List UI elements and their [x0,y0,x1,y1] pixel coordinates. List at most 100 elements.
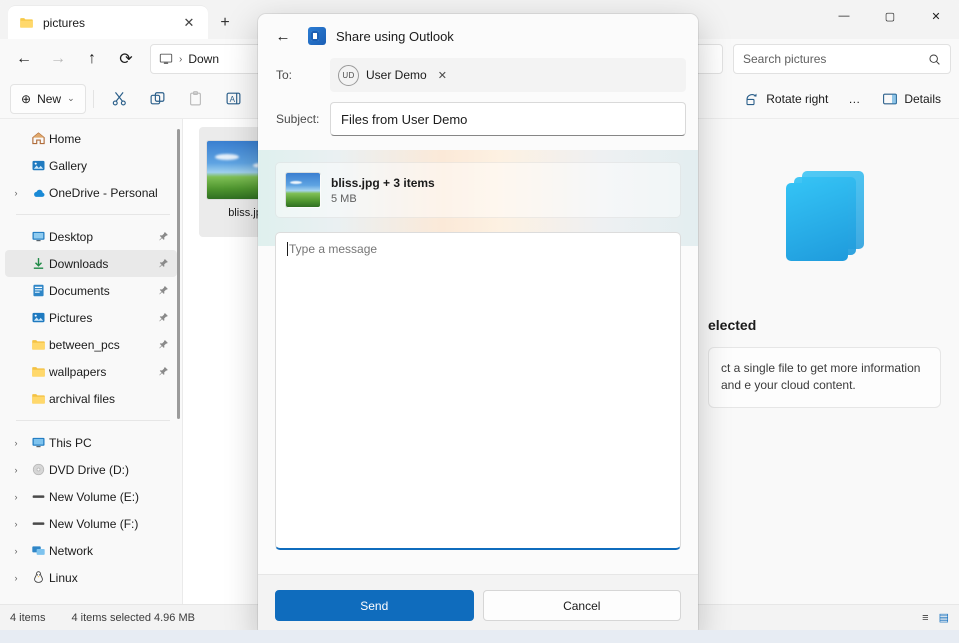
sidebar-item-label: New Volume (F:) [49,517,169,531]
rotate-right-button[interactable]: Rotate right [736,84,836,114]
search-box[interactable]: Search pictures [733,44,951,74]
attachment-size: 5 MB [331,193,435,205]
sidebar-item-label: archival files [49,392,169,406]
chevron-right-icon[interactable]: › [5,492,27,502]
pin-icon[interactable] [158,231,169,242]
back-icon[interactable]: ← [268,21,298,51]
sidebar-item-new-volume-f[interactable]: › New Volume (F:) [5,510,177,537]
linux-icon [27,570,49,585]
navigation-list: Home Gallery ›OneDrive - Personal Desktop Do… [0,125,182,591]
gallery-icon [27,158,49,173]
cut-button[interactable] [101,84,139,114]
tab-label: pictures [43,16,176,30]
to-input[interactable]: UD User Demo ✕ [330,58,686,92]
sidebar-item-label: Linux [49,571,169,585]
text-cursor [287,242,288,256]
chevron-right-icon[interactable]: › [5,438,27,448]
sidebar-item-between-pcs[interactable]: between_pcs [5,331,177,358]
forward-button[interactable]: → [42,44,74,74]
maximize-button[interactable]: ▢ [867,0,913,32]
minimize-button[interactable]: — [821,0,867,32]
back-button[interactable]: ← [8,44,40,74]
ellipsis-icon: … [848,92,862,106]
cancel-button[interactable]: Cancel [483,590,682,621]
message-input[interactable]: Type a message [275,232,681,550]
sidebar-item-network[interactable]: ›Network [5,537,177,564]
screen: pictures ✕ + — ▢ ✕ ← → ↑ ⟳ [0,0,959,643]
sidebar-scrollbar[interactable] [177,129,180,419]
sidebar-item-label: Downloads [49,257,158,271]
sidebar-item-linux[interactable]: › Linux [5,564,177,591]
recipient-chip[interactable]: UD User Demo ✕ [338,65,447,86]
new-button[interactable]: ⊕ New ⌄ [10,84,86,114]
chevron-right-icon[interactable]: › [5,519,27,529]
sidebar-item-onedrive-personal[interactable]: ›OneDrive - Personal [5,179,177,206]
drive-icon [27,489,49,504]
sidebar-item-downloads[interactable]: Downloads [5,250,177,277]
folder-icon [27,337,49,352]
chevron-down-icon: ⌄ [67,93,75,104]
sidebar-item-gallery[interactable]: Gallery [5,152,177,179]
copy-button[interactable] [139,84,177,114]
chevron-right-icon[interactable]: › [5,546,27,556]
sidebar-item-label: This PC [49,436,169,450]
plus-circle-icon: ⊕ [21,92,31,106]
close-button[interactable]: ✕ [913,0,959,32]
to-label: To: [270,68,330,82]
send-button[interactable]: Send [275,590,474,621]
subject-input[interactable]: Files from User Demo [330,102,686,136]
sidebar-item-pictures[interactable]: Pictures [5,304,177,331]
sidebar-item-archival-files[interactable]: archival files [5,385,177,412]
chevron-right-icon[interactable]: › [5,465,27,475]
attachment-card[interactable]: bliss.jpg + 3 items 5 MB [275,162,681,218]
sidebar-item-label: Gallery [49,159,169,173]
chevron-right-icon[interactable]: › [5,573,27,583]
downloads-icon [27,256,49,271]
tab-pictures[interactable]: pictures ✕ [8,6,208,39]
new-tab-button[interactable]: + [212,11,238,35]
sidebar-item-documents[interactable]: Documents [5,277,177,304]
remove-recipient-icon[interactable]: ✕ [438,69,447,82]
folder-icon [27,364,49,379]
pin-icon[interactable] [158,312,169,323]
search-icon[interactable] [928,53,941,66]
rename-button[interactable]: A [215,84,253,114]
search-input[interactable]: Search pictures [743,52,928,66]
details-pane-title: elected [708,317,941,333]
refresh-button[interactable]: ⟳ [110,44,142,74]
details-view-icon[interactable]: ▤ [939,611,949,624]
attachment-meta: bliss.jpg + 3 items 5 MB [331,176,435,205]
sidebar-item-this-pc[interactable]: › This PC [5,429,177,456]
sidebar-item-new-volume-e[interactable]: ›New Volume (E:) [5,483,177,510]
sidebar-item-wallpapers[interactable]: wallpapers [5,358,177,385]
status-selection-info: 4 items selected 4.96 MB [71,612,195,624]
pin-icon[interactable] [158,366,169,377]
breadcrumb-segment[interactable]: Down [188,52,219,66]
sidebar-item-desktop[interactable]: Desktop [5,223,177,250]
details-pane-icon [882,91,898,107]
folder-icon [19,15,34,30]
sidebar-item-home[interactable]: Home [5,125,177,152]
taskbar [0,630,959,643]
paste-button[interactable] [177,84,215,114]
pin-icon[interactable] [158,285,169,296]
tab-close-icon[interactable]: ✕ [176,11,202,35]
subject-row: Subject: Files from User Demo [270,102,686,136]
up-button[interactable]: ↑ [76,44,108,74]
more-options-button[interactable]: … [836,84,874,114]
divider [93,90,94,108]
home-icon [27,131,49,146]
dialog-fields: To: UD User Demo ✕ Subject: Files from U… [258,58,698,150]
sidebar-item-label: between_pcs [49,338,158,352]
pin-icon[interactable] [158,339,169,350]
chevron-right-icon[interactable]: › [5,188,27,198]
details-button[interactable]: Details [874,84,949,114]
scissors-icon [111,90,128,107]
pin-icon[interactable] [158,258,169,269]
sidebar-item-label: Pictures [49,311,158,325]
details-label: Details [904,92,941,106]
list-view-icon[interactable]: ≡ [922,612,928,624]
sidebar-item-dvd-drive-d[interactable]: ›DVD Drive (D:) [5,456,177,483]
multiple-files-icon [786,171,864,263]
this-pc-icon [159,52,173,66]
